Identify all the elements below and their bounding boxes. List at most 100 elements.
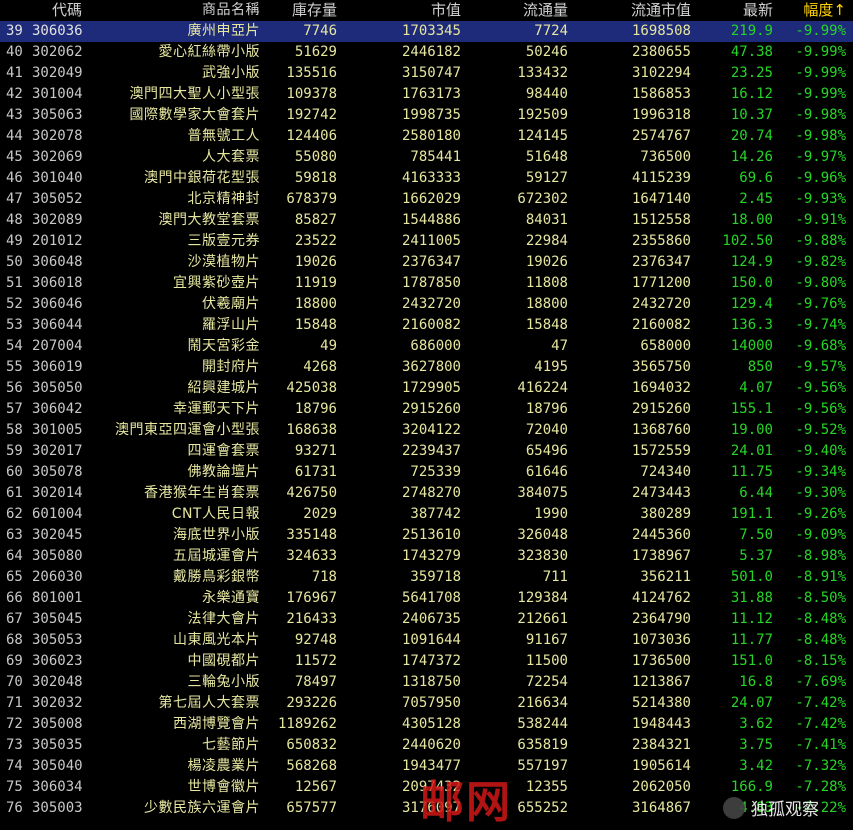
product-name: 楊凌農業片	[187, 758, 260, 774]
table-row[interactable]: 69 306023 中國硯都片 11572 1747372 11500 1736500 151…	[0, 651, 853, 672]
market-value: 2580180	[401, 128, 461, 144]
table-row[interactable]: 57 306042 幸運郵天下片 18796 2915260 18796 2915260 15…	[0, 399, 853, 420]
table-row[interactable]: 42 301004 澳門四大聖人小型張 109378 1763173 98440 15868…	[0, 84, 853, 105]
header-name[interactable]: 商品名稱	[110, 0, 260, 21]
change-percent: -9.26%	[795, 506, 846, 522]
inventory: 324633	[286, 548, 337, 564]
product-name: 七藝節片	[202, 737, 260, 753]
table-row[interactable]: 48 302089 澳門大教堂套票 85827 1544886 84031 1512558 1…	[0, 210, 853, 231]
table-row[interactable]: 41 302049 武強小版 135516 3150747 133432 3102294 23…	[0, 63, 853, 84]
table-row[interactable]: 45 302069 人大套票 55080 785441 51648 736500 14.26 -…	[0, 147, 853, 168]
market-value: 1544886	[401, 212, 461, 228]
product-code: 207004	[32, 338, 83, 354]
product-name: 三版壹元券	[187, 233, 260, 249]
product-code: 306036	[32, 23, 83, 39]
table-row[interactable]: 66 801001 永樂通寶 176967 5641708 129384 4124762 31…	[0, 588, 853, 609]
change-percent: -7.42%	[795, 716, 846, 732]
row-index: 49	[6, 233, 23, 249]
circulation: 133432	[517, 65, 568, 81]
table-row[interactable]: 51 306018 宜興紫砂壺片 11919 1787850 11808 1771200 15…	[0, 273, 853, 294]
inventory: 109378	[286, 86, 337, 102]
product-code: 305045	[32, 611, 83, 627]
inventory: 176967	[286, 590, 337, 606]
inventory: 124406	[286, 128, 337, 144]
table-row[interactable]: 40 302062 愛心紅絲帶小版 51629 2446182 50246 2380655 4…	[0, 42, 853, 63]
row-index: 40	[6, 44, 23, 60]
header-circ-market-value[interactable]: 流通市值	[572, 0, 691, 21]
circ-market-value: 3164867	[631, 800, 691, 816]
market-value: 3204122	[401, 422, 461, 438]
product-name: 武強小版	[202, 65, 260, 81]
product-name: 五屆城運會片	[173, 548, 260, 564]
circulation: 4195	[534, 359, 568, 375]
circulation: 11808	[525, 275, 568, 291]
row-index: 44	[6, 128, 23, 144]
change-percent: -9.68%	[795, 338, 846, 354]
table-row[interactable]: 56 305050 紹興建城片 425038 1729905 416224 1694032 4…	[0, 378, 853, 399]
circulation: 384075	[517, 485, 568, 501]
table-row[interactable]: 63 302045 海底世界小版 335148 2513610 326048 2445360…	[0, 525, 853, 546]
inventory: 11919	[294, 275, 337, 291]
table-row[interactable]: 49 201012 三版壹元券 23522 2411005 22984 2355860 102…	[0, 231, 853, 252]
table-row[interactable]: 71 302032 第七屆人大套票 293226 7057950 216634 521438…	[0, 693, 853, 714]
change-percent: -9.80%	[795, 275, 846, 291]
header-last[interactable]: 最新	[696, 0, 773, 21]
circ-market-value: 1694032	[631, 380, 691, 396]
inventory: 216433	[286, 611, 337, 627]
table-row[interactable]: 53 306044 羅浮山片 15848 2160082 15848 2160082 136.…	[0, 315, 853, 336]
table-row[interactable]: 44 302078 普無號工人 124406 2580180 124145 2574767 2…	[0, 126, 853, 147]
product-code: 306019	[32, 359, 83, 375]
circulation: 212661	[517, 611, 568, 627]
product-code: 801001	[32, 590, 83, 606]
inventory: 19026	[294, 254, 337, 270]
circulation: 18800	[525, 296, 568, 312]
change-percent: -8.91%	[795, 569, 846, 585]
table-row[interactable]: 54 207004 鬧天宮彩金 49 686000 47 658000 14000 -9.68%	[0, 336, 853, 357]
header-market-value[interactable]: 市值	[340, 0, 461, 21]
last-price: 23.25	[730, 65, 773, 81]
table-row[interactable]: 47 305052 北京精神封 678379 1662029 672302 1647140 2…	[0, 189, 853, 210]
circ-market-value: 3565750	[631, 359, 691, 375]
table-row[interactable]: 64 305080 五屆城運會片 324633 1743279 323830 1738967…	[0, 546, 853, 567]
header-circulation[interactable]: 流通量	[464, 0, 568, 21]
table-row[interactable]: 59 302017 四運會套票 93271 2239437 65496 1572559 24.…	[0, 441, 853, 462]
table-row[interactable]: 67 305045 法律大會片 216433 2406735 212661 2364790 1…	[0, 609, 853, 630]
table-row[interactable]: 52 306046 伏羲廟片 18800 2432720 18800 2432720 129.…	[0, 294, 853, 315]
table-row[interactable]: 62 601004 CNT人民日報 2029 387742 1990 380289 191.1…	[0, 504, 853, 525]
change-percent: -7.41%	[795, 737, 846, 753]
last-price: 10.37	[730, 107, 773, 123]
circ-market-value: 724340	[640, 464, 691, 480]
product-code: 302089	[32, 212, 83, 228]
inventory: 59818	[294, 170, 337, 186]
header-inventory[interactable]: 庫存量	[262, 0, 337, 21]
table-row[interactable]: 58 301005 澳門東亞四運會小型張 168638 3204122 72040 1368…	[0, 420, 853, 441]
table-row[interactable]: 39 306036 廣州申亞片 7746 1703345 7724 1698508 219.9…	[0, 21, 853, 42]
row-index: 62	[6, 506, 23, 522]
table-row[interactable]: 65 206030 戴勝鳥彩銀幣 718 359718 711 356211 501.0 -8.…	[0, 567, 853, 588]
market-value: 1998735	[401, 107, 461, 123]
table-row[interactable]: 61 302014 香港猴年生肖套票 426750 2748270 384075 24734…	[0, 483, 853, 504]
table-row[interactable]: 68 305053 山東風光本片 92748 1091644 91167 1073036 11…	[0, 630, 853, 651]
table-row[interactable]: 73 305035 七藝節片 650832 2440620 635819 2384321 3.…	[0, 735, 853, 756]
table-row[interactable]: 50 306048 沙漠植物片 19026 2376347 19026 2376347 124…	[0, 252, 853, 273]
change-percent: -9.57%	[795, 359, 846, 375]
last-price: 4.07	[739, 380, 773, 396]
watermark-logo-icon	[723, 796, 745, 819]
table-row[interactable]: 70 302048 三輪兔小版 78497 1318750 72254 1213867 16.…	[0, 672, 853, 693]
product-name: 世博會徽片	[187, 779, 260, 795]
circulation: 47	[551, 338, 568, 354]
watermark-red-text: 邮网	[420, 777, 512, 828]
table-row[interactable]: 43 305063 國際數學家大會套片 192742 1998735 192509 1996…	[0, 105, 853, 126]
product-code: 306018	[32, 275, 83, 291]
row-index: 64	[6, 548, 23, 564]
table-row[interactable]: 60 305078 佛教論壇片 61731 725339 61646 724340 11.75…	[0, 462, 853, 483]
table-row[interactable]: 72 305008 西湖博覽會片 1189262 4305128 538244 194844…	[0, 714, 853, 735]
circulation: 124145	[517, 128, 568, 144]
header-change-sort[interactable]: 幅度↑	[776, 0, 846, 21]
product-name: 澳門大教堂套票	[158, 212, 260, 228]
last-price: 24.01	[730, 443, 773, 459]
table-row[interactable]: 46 301040 澳門中銀荷花型張 59818 4163333 59127 4115239…	[0, 168, 853, 189]
change-percent: -8.48%	[795, 611, 846, 627]
table-row[interactable]: 55 306019 開封府片 4268 3627800 4195 3565750 850 -9.…	[0, 357, 853, 378]
last-price: 11.77	[730, 632, 773, 648]
